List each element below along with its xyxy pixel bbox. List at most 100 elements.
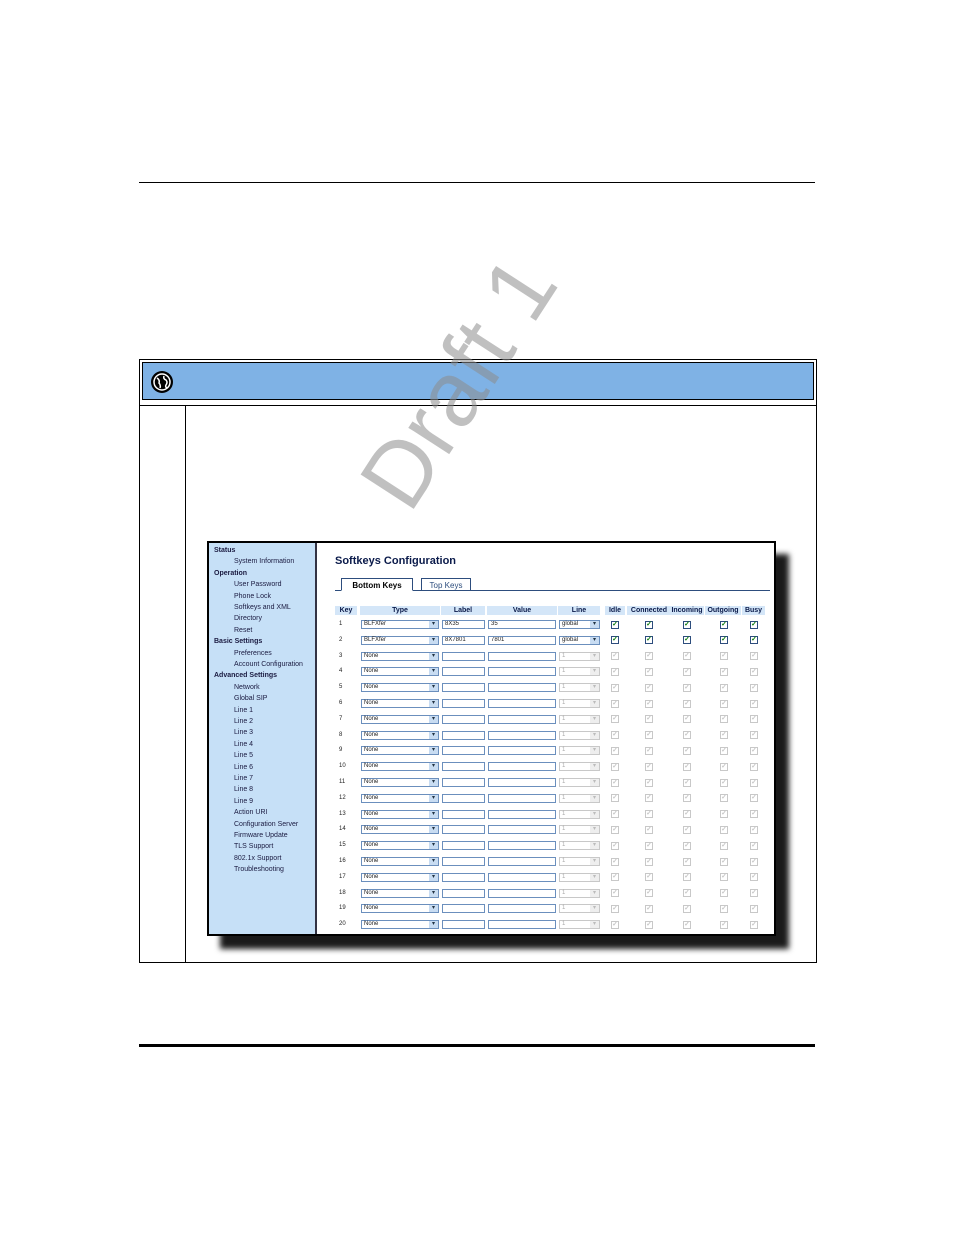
type-select[interactable]: None ▾ [361,667,439,677]
outgoing-checkbox[interactable]: ✓ [720,841,728,850]
type-select[interactable]: None ▾ [361,714,439,724]
idle-checkbox[interactable]: ✓ [611,825,619,834]
idle-checkbox[interactable]: ✓ [611,683,619,692]
label-input[interactable] [442,904,485,914]
chevron-down-icon[interactable]: ▾ [429,779,438,786]
connected-checkbox[interactable]: ✓ [645,620,653,629]
type-select[interactable]: None ▾ [361,857,439,866]
incoming-checkbox[interactable]: ✓ [683,810,691,819]
chevron-down-icon[interactable]: ▾ [590,779,599,786]
sidebar-item[interactable]: Line 2 [234,717,253,726]
connected-checkbox[interactable]: ✓ [645,794,653,803]
chevron-down-icon[interactable]: ▾ [429,715,438,723]
chevron-down-icon[interactable]: ▾ [429,921,438,929]
line-select[interactable]: 1 ▾ [559,825,600,835]
outgoing-checkbox[interactable]: ✓ [720,904,728,913]
connected-checkbox[interactable]: ✓ [645,636,653,645]
label-input[interactable] [442,714,485,724]
busy-checkbox[interactable]: ✓ [750,778,758,787]
busy-checkbox[interactable]: ✓ [750,873,758,882]
busy-checkbox[interactable]: ✓ [750,794,758,803]
sidebar-item[interactable]: Global SIP [234,694,267,703]
sidebar-item[interactable]: Line 1 [234,706,253,715]
chevron-down-icon[interactable]: ▾ [429,668,438,676]
label-input[interactable] [442,667,485,677]
incoming-checkbox[interactable]: ✓ [683,667,691,676]
chevron-down-icon[interactable]: ▾ [590,668,599,676]
busy-checkbox[interactable]: ✓ [750,825,758,834]
busy-checkbox[interactable]: ✓ [750,636,758,645]
line-select[interactable]: 1 ▾ [559,904,600,914]
chevron-down-icon[interactable]: ▾ [590,700,599,707]
type-select[interactable]: None ▾ [361,699,439,708]
connected-checkbox[interactable]: ✓ [645,667,653,676]
type-select[interactable]: None ▾ [361,746,439,756]
busy-checkbox[interactable]: ✓ [750,620,758,629]
chevron-down-icon[interactable]: ▾ [429,858,438,865]
outgoing-checkbox[interactable]: ✓ [720,620,728,629]
type-select[interactable]: None ▾ [361,793,439,803]
sidebar-item[interactable]: Line 8 [234,785,253,794]
chevron-down-icon[interactable]: ▾ [429,873,438,881]
connected-checkbox[interactable]: ✓ [645,889,653,898]
value-input[interactable] [488,888,556,898]
outgoing-checkbox[interactable]: ✓ [720,794,728,803]
busy-checkbox[interactable]: ✓ [750,857,758,866]
sidebar-item[interactable]: Configuration Server [234,820,298,829]
value-input[interactable] [488,857,556,866]
sidebar-item[interactable]: Preferences [234,649,272,658]
idle-checkbox[interactable]: ✓ [611,667,619,676]
type-select[interactable]: None ▾ [361,809,439,819]
line-select[interactable]: 1 ▾ [559,699,600,708]
outgoing-checkbox[interactable]: ✓ [720,731,728,740]
value-input[interactable]: 7801 [488,635,556,645]
outgoing-checkbox[interactable]: ✓ [720,652,728,661]
line-select[interactable]: 1 ▾ [559,888,600,898]
incoming-checkbox[interactable]: ✓ [683,873,691,882]
outgoing-checkbox[interactable]: ✓ [720,715,728,724]
line-select[interactable]: global ▾ [559,635,600,645]
idle-checkbox[interactable]: ✓ [611,778,619,787]
label-input[interactable] [442,872,485,882]
sidebar-item[interactable]: TLS Support [234,842,273,851]
line-select[interactable]: 1 ▾ [559,841,600,851]
sidebar-item[interactable]: Line 6 [234,763,253,772]
chevron-down-icon[interactable]: ▾ [429,905,438,913]
sidebar-item[interactable]: Line 7 [234,774,253,783]
outgoing-checkbox[interactable]: ✓ [720,667,728,676]
label-input[interactable] [442,746,485,756]
incoming-checkbox[interactable]: ✓ [683,715,691,724]
type-select[interactable]: None ▾ [361,762,439,772]
busy-checkbox[interactable]: ✓ [750,920,758,929]
label-input[interactable] [442,841,485,851]
chevron-down-icon[interactable]: ▾ [590,652,599,660]
outgoing-checkbox[interactable]: ✓ [720,636,728,645]
incoming-checkbox[interactable]: ✓ [683,841,691,850]
label-input[interactable] [442,809,485,819]
incoming-checkbox[interactable]: ✓ [683,778,691,787]
line-select[interactable]: global ▾ [559,620,600,629]
incoming-checkbox[interactable]: ✓ [683,857,691,866]
idle-checkbox[interactable]: ✓ [611,620,619,629]
incoming-checkbox[interactable]: ✓ [683,731,691,740]
line-select[interactable]: 1 ▾ [559,920,600,930]
chevron-down-icon[interactable]: ▾ [590,636,599,644]
label-input[interactable] [442,730,485,740]
line-select[interactable]: 1 ▾ [559,667,600,677]
chevron-down-icon[interactable]: ▾ [590,715,599,723]
type-select[interactable]: None ▾ [361,888,439,898]
line-select[interactable]: 1 ▾ [559,872,600,882]
chevron-down-icon[interactable]: ▾ [590,684,599,692]
outgoing-checkbox[interactable]: ✓ [720,778,728,787]
value-input[interactable] [488,699,556,708]
type-select[interactable]: None ▾ [361,651,439,661]
line-select[interactable]: 1 ▾ [559,746,600,756]
chevron-down-icon[interactable]: ▾ [429,842,438,850]
connected-checkbox[interactable]: ✓ [645,762,653,771]
idle-checkbox[interactable]: ✓ [611,810,619,819]
line-select[interactable]: 1 ▾ [559,857,600,866]
sidebar-item[interactable]: Line 9 [234,797,253,806]
chevron-down-icon[interactable]: ▾ [429,636,438,644]
sidebar-item[interactable]: Reset [234,626,252,635]
value-input[interactable] [488,809,556,819]
